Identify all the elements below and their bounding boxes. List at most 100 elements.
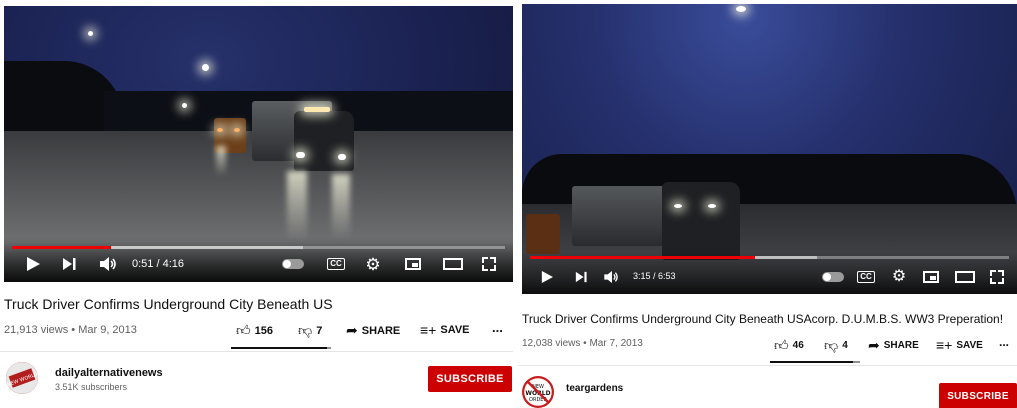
video-frame <box>522 4 1017 294</box>
play-icon <box>27 257 40 271</box>
video-frame <box>4 6 513 282</box>
share-label: SHARE <box>361 324 401 337</box>
autoplay-toggle-icon <box>282 259 304 269</box>
current-time: 0:51 <box>132 258 154 270</box>
fullscreen-button[interactable] <box>988 268 1006 286</box>
theater-mode-icon <box>443 258 463 270</box>
save-playlist-icon: ≡+ <box>420 322 437 338</box>
subscribe-button[interactable]: SUBSCRIBE <box>939 383 1017 408</box>
thumbs-down-icon: 👎︎ <box>824 337 839 353</box>
dislike-button[interactable]: 👎︎ 4 <box>824 337 848 354</box>
volume-button[interactable] <box>99 255 119 273</box>
like-button[interactable]: 👍︎ 46 <box>774 337 804 354</box>
save-button[interactable]: ≡+ SAVE <box>936 337 983 353</box>
share-button[interactable]: ➦ SHARE <box>346 322 400 339</box>
next-button[interactable] <box>60 255 78 273</box>
autoplay-toggle[interactable] <box>280 257 306 271</box>
sentiment-fill <box>770 361 853 363</box>
autoplay-toggle[interactable] <box>820 270 846 284</box>
more-actions-button[interactable]: ... <box>999 335 1009 349</box>
divider <box>518 365 1017 366</box>
miniplayer-icon <box>405 258 421 270</box>
subscriber-count: 3.51K subscribers <box>55 382 128 392</box>
captions-button[interactable]: CC <box>326 256 346 272</box>
fullscreen-icon <box>482 257 496 271</box>
duration: 6:53 <box>658 271 676 281</box>
progress-bar[interactable] <box>530 256 1009 259</box>
captions-icon: CC <box>857 271 875 283</box>
next-button[interactable] <box>572 268 590 286</box>
sentiment-bar <box>770 361 860 363</box>
next-icon <box>575 271 587 283</box>
current-time: 3:15 <box>633 271 651 281</box>
like-count: 156 <box>254 324 273 337</box>
channel-name[interactable]: dailyalternativenews <box>55 367 163 379</box>
share-icon: ➦ <box>868 337 880 353</box>
save-label: SAVE <box>956 339 983 351</box>
like-button[interactable]: 👍︎ 156 <box>236 322 273 339</box>
autoplay-toggle-icon <box>822 272 844 282</box>
volume-icon <box>100 257 116 271</box>
gear-icon: ⚙ <box>891 268 907 285</box>
more-actions-button[interactable]: ... <box>492 320 503 335</box>
left-video-page: 0:51 / 4:16 CC ⚙ Truck Driver Confirms U… <box>0 0 513 408</box>
theater-button[interactable] <box>954 269 976 285</box>
share-label: SHARE <box>883 340 919 351</box>
progress-bar[interactable] <box>12 246 505 249</box>
thumbs-up-icon: 👍︎ <box>774 337 789 353</box>
view-count: 21,913 views <box>4 324 69 336</box>
thumbs-down-icon: 👎︎ <box>298 322 313 338</box>
channel-avatar[interactable]: NEW WORLD ORDER <box>522 376 554 408</box>
more-icon: ... <box>999 335 1010 349</box>
save-button[interactable]: ≡+ SAVE <box>420 322 470 338</box>
settings-button[interactable]: ⚙ <box>890 268 908 286</box>
captions-button[interactable]: CC <box>856 269 876 285</box>
player-controls: 0:51 / 4:16 CC ⚙ <box>4 242 513 282</box>
player-controls: 3:15 / 6:53 CC ⚙ <box>522 252 1017 294</box>
play-icon <box>541 271 553 283</box>
settings-button[interactable]: ⚙ <box>364 255 382 273</box>
more-icon: ... <box>492 320 503 335</box>
new-world-order-logo: NEW WORLD ORDER <box>522 376 554 408</box>
new-world-logo: NEW WORLD <box>6 362 38 394</box>
channel-avatar[interactable]: NEW WORLD <box>6 362 38 394</box>
right-video-page: 3:15 / 6:53 CC ⚙ Truck Driver Confirms U… <box>518 0 1017 408</box>
view-count-date: 21,913 views • Mar 9, 2013 <box>4 324 137 336</box>
miniplayer-button[interactable] <box>404 256 422 272</box>
fullscreen-icon <box>990 270 1004 284</box>
time-display: 3:15 / 6:53 <box>633 271 676 281</box>
save-playlist-icon: ≡+ <box>936 337 953 353</box>
captions-icon: CC <box>327 258 345 270</box>
theater-button[interactable] <box>442 256 464 272</box>
time-separator: / <box>650 271 659 281</box>
fullscreen-button[interactable] <box>480 255 498 273</box>
volume-button[interactable] <box>602 268 622 286</box>
view-count: 12,038 views <box>522 338 581 349</box>
thumbs-up-icon: 👍︎ <box>236 322 251 338</box>
time-separator: / <box>153 258 163 270</box>
upload-date: Mar 9, 2013 <box>78 324 137 336</box>
miniplayer-button[interactable] <box>922 269 940 285</box>
upload-date: Mar 7, 2013 <box>589 338 643 349</box>
separator-dot: • <box>71 324 76 336</box>
sentiment-fill <box>231 347 327 349</box>
channel-name[interactable]: teargardens <box>566 383 623 394</box>
miniplayer-icon <box>923 271 939 283</box>
play-button[interactable] <box>538 268 556 286</box>
play-button[interactable] <box>24 255 42 273</box>
video-player[interactable]: 0:51 / 4:16 CC ⚙ <box>4 6 513 282</box>
theater-mode-icon <box>955 271 975 283</box>
video-player[interactable]: 3:15 / 6:53 CC ⚙ <box>522 4 1017 294</box>
share-icon: ➦ <box>346 322 358 338</box>
sentiment-bar <box>231 347 331 349</box>
subscribe-button[interactable]: SUBSCRIBE <box>428 366 512 392</box>
view-count-date: 12,038 views • Mar 7, 2013 <box>522 338 643 349</box>
dislike-count: 4 <box>842 340 848 351</box>
dislike-button[interactable]: 👎︎ 7 <box>298 322 322 339</box>
share-button[interactable]: ➦ SHARE <box>868 337 919 354</box>
video-title: Truck Driver Confirms Underground City B… <box>4 296 333 312</box>
save-label: SAVE <box>440 324 470 336</box>
next-icon <box>63 258 76 270</box>
gear-icon: ⚙ <box>365 254 381 274</box>
divider <box>0 351 513 352</box>
